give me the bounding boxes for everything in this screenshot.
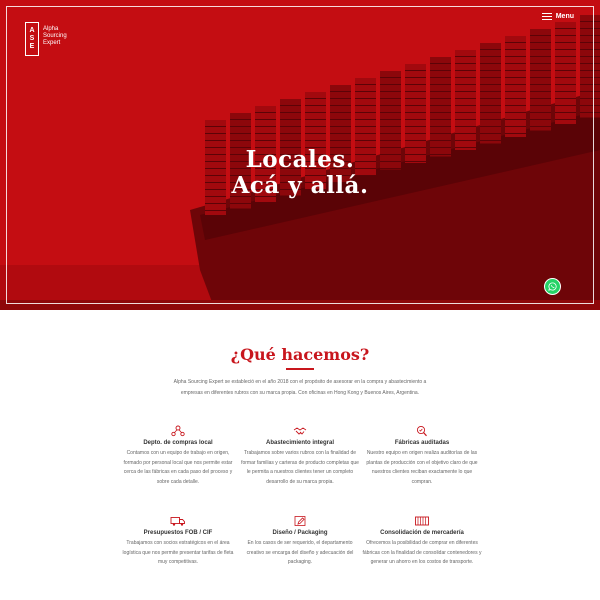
logo-word: Sourcing	[43, 33, 67, 39]
hero-headline-line1: Locales.	[245, 146, 355, 173]
logo-letter: S	[29, 35, 35, 42]
menu-label: Menu	[555, 13, 574, 20]
service-text: Contamos con un equipo de trabajo en ori…	[123, 450, 233, 485]
service-title: Fábricas auditadas	[394, 440, 450, 446]
section-title: ¿Qué hacemos?	[230, 345, 370, 364]
hero-banner: A S E Alpha Sourcing Expert Menu Locales…	[0, 0, 600, 310]
service-card: Fábricas auditadas Nuestro equipo en ori…	[362, 425, 482, 487]
logo-letter: E	[29, 43, 35, 50]
section-intro: Alpha Sourcing Expert se estableció en e…	[173, 379, 427, 396]
handshake-icon	[240, 425, 360, 437]
service-text: Ofrecemos la posibilidad de comprar en d…	[362, 540, 482, 565]
hero-headline-line2: Acá y allá.	[231, 172, 369, 199]
logo-letter: A	[29, 27, 35, 34]
service-title: Diseño / Packaging	[272, 530, 328, 536]
magnifier-icon	[362, 425, 482, 437]
service-text: En los casos de ser requerido, el depart…	[246, 540, 354, 565]
network-icon	[118, 425, 238, 437]
logo-word: Expert	[43, 40, 61, 46]
service-title: Presupuestos FOB / CIF	[143, 530, 213, 536]
hamburger-icon	[541, 13, 552, 20]
service-text: Trabajamos con socios estratégicos en el…	[122, 540, 234, 565]
service-text: Nuestro equipo en origen realiza auditor…	[366, 450, 478, 485]
logo-word: Alpha	[43, 26, 59, 32]
service-card: Abastecimiento integral Trabajamos sobre…	[240, 425, 360, 487]
service-text: Trabajamos sobre varios rubros con la fi…	[241, 450, 359, 485]
service-card: Diseño / Packaging En los casos de ser r…	[240, 515, 360, 568]
brand-logo[interactable]: A S E Alpha Sourcing Expert	[25, 22, 67, 56]
service-title: Abastecimiento integral	[265, 440, 334, 446]
whatsapp-icon[interactable]	[544, 278, 561, 295]
pencil-icon	[240, 515, 360, 527]
container-icon	[362, 515, 482, 527]
service-title: Depto. de compras local	[143, 440, 213, 446]
service-card: Consolidación de mercadería Ofrecemos la…	[362, 515, 482, 568]
title-underline	[286, 368, 314, 370]
logo-wordmark: Alpha Sourcing Expert	[43, 26, 67, 47]
service-card: Presupuestos FOB / CIF Trabajamos con so…	[118, 515, 238, 568]
service-card: Depto. de compras local Contamos con un …	[118, 425, 238, 487]
logo-mark: A S E	[25, 22, 39, 56]
menu-button[interactable]: Menu	[541, 13, 574, 20]
truck-icon	[118, 515, 238, 527]
service-title: Consolidación de mercadería	[380, 530, 464, 536]
